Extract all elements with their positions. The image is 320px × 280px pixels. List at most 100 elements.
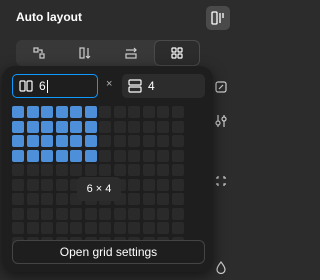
grid-cell-selected[interactable] bbox=[84, 106, 97, 118]
grid-cell[interactable] bbox=[171, 222, 184, 234]
grid-cell[interactable] bbox=[55, 207, 68, 220]
grid-cell[interactable] bbox=[157, 106, 169, 118]
grid-cell-selected[interactable] bbox=[55, 149, 68, 162]
grid-cell[interactable] bbox=[113, 164, 126, 176]
grid-cell[interactable] bbox=[171, 135, 184, 147]
grid-cell[interactable] bbox=[41, 178, 53, 191]
grid-cell[interactable] bbox=[157, 149, 169, 162]
grid-cell-selected[interactable] bbox=[55, 135, 68, 147]
grid-cell-selected[interactable] bbox=[70, 120, 82, 133]
grid-cell[interactable] bbox=[142, 222, 155, 234]
grid-cell[interactable] bbox=[171, 207, 184, 220]
grid-cell[interactable] bbox=[41, 222, 53, 234]
clip-content-button[interactable] bbox=[214, 174, 228, 188]
grid-cell[interactable] bbox=[128, 106, 140, 118]
grid-cell[interactable] bbox=[113, 106, 126, 118]
grid-cell-selected[interactable] bbox=[84, 135, 97, 147]
grid-cell[interactable] bbox=[142, 106, 155, 118]
grid-cell[interactable] bbox=[41, 207, 53, 220]
grid-cell[interactable] bbox=[113, 149, 126, 162]
grid-cell[interactable] bbox=[99, 222, 111, 234]
grid-cell[interactable] bbox=[26, 207, 39, 220]
grid-cell-selected[interactable] bbox=[26, 149, 39, 162]
opacity-button[interactable] bbox=[214, 260, 228, 274]
grid-cell[interactable] bbox=[99, 149, 111, 162]
grid-cell[interactable] bbox=[142, 164, 155, 176]
grid-cell[interactable] bbox=[157, 193, 169, 205]
grid-cell[interactable] bbox=[128, 149, 140, 162]
auto-layout-toggle-button[interactable] bbox=[206, 6, 230, 30]
grid-cell[interactable] bbox=[99, 135, 111, 147]
grid-cell[interactable] bbox=[26, 222, 39, 234]
grid-cell[interactable] bbox=[55, 164, 68, 176]
grid-cell-selected[interactable] bbox=[84, 149, 97, 162]
rows-input[interactable]: 4 bbox=[122, 74, 205, 98]
grid-cell[interactable] bbox=[113, 222, 126, 234]
grid-cell[interactable] bbox=[12, 164, 24, 176]
grid-cell[interactable] bbox=[157, 207, 169, 220]
grid-cell-selected[interactable] bbox=[55, 120, 68, 133]
grid-cell[interactable] bbox=[55, 222, 68, 234]
grid-cell-selected[interactable] bbox=[26, 135, 39, 147]
grid-cell[interactable] bbox=[55, 178, 68, 191]
grid-cell-selected[interactable] bbox=[12, 149, 24, 162]
grid-cell-selected[interactable] bbox=[55, 106, 68, 118]
grid-cell[interactable] bbox=[128, 164, 140, 176]
grid-cell[interactable] bbox=[128, 207, 140, 220]
grid-cell[interactable] bbox=[157, 222, 169, 234]
grid-cell[interactable] bbox=[171, 193, 184, 205]
grid-option[interactable] bbox=[154, 40, 200, 66]
grid-cell[interactable] bbox=[26, 178, 39, 191]
grid-cell-selected[interactable] bbox=[26, 106, 39, 118]
grid-cell-selected[interactable] bbox=[70, 106, 82, 118]
grid-cell[interactable] bbox=[157, 135, 169, 147]
grid-cell[interactable] bbox=[26, 193, 39, 205]
grid-cell[interactable] bbox=[142, 120, 155, 133]
grid-cell[interactable] bbox=[171, 120, 184, 133]
grid-cell[interactable] bbox=[26, 164, 39, 176]
horizontal-direction-option[interactable] bbox=[109, 41, 153, 65]
grid-cell[interactable] bbox=[142, 193, 155, 205]
grid-cell[interactable] bbox=[41, 164, 53, 176]
grid-cell[interactable] bbox=[99, 120, 111, 133]
open-grid-settings-button[interactable]: Open grid settings bbox=[12, 240, 205, 264]
grid-cell[interactable] bbox=[142, 135, 155, 147]
grid-cell[interactable] bbox=[171, 149, 184, 162]
grid-cell[interactable] bbox=[84, 222, 97, 234]
grid-cell-selected[interactable] bbox=[12, 135, 24, 147]
grid-cell[interactable] bbox=[12, 222, 24, 234]
grid-cell[interactable] bbox=[70, 207, 82, 220]
grid-cell[interactable] bbox=[70, 222, 82, 234]
grid-cell-selected[interactable] bbox=[70, 135, 82, 147]
grid-cell[interactable] bbox=[99, 106, 111, 118]
vertical-direction-option[interactable] bbox=[63, 41, 107, 65]
resize-button[interactable] bbox=[214, 80, 228, 94]
grid-cell[interactable] bbox=[99, 207, 111, 220]
grid-cell[interactable] bbox=[142, 207, 155, 220]
grid-cell[interactable] bbox=[55, 193, 68, 205]
grid-cell[interactable] bbox=[12, 178, 24, 191]
grid-cell[interactable] bbox=[171, 106, 184, 118]
grid-cell[interactable] bbox=[113, 120, 126, 133]
grid-cell[interactable] bbox=[70, 164, 82, 176]
grid-cell[interactable] bbox=[128, 193, 140, 205]
grid-cell[interactable] bbox=[171, 164, 184, 176]
grid-cell[interactable] bbox=[171, 178, 184, 191]
grid-cell[interactable] bbox=[99, 164, 111, 176]
wrap-option[interactable] bbox=[17, 41, 61, 65]
grid-cell[interactable] bbox=[128, 178, 140, 191]
alignment-settings-button[interactable] bbox=[214, 114, 228, 128]
columns-input[interactable]: 6 bbox=[12, 74, 98, 98]
grid-cell[interactable] bbox=[142, 178, 155, 191]
grid-cell-selected[interactable] bbox=[41, 149, 53, 162]
grid-cell-selected[interactable] bbox=[41, 106, 53, 118]
grid-cell[interactable] bbox=[113, 207, 126, 220]
grid-cell-selected[interactable] bbox=[12, 106, 24, 118]
grid-cell-selected[interactable] bbox=[12, 120, 24, 133]
grid-cell[interactable] bbox=[128, 135, 140, 147]
grid-cell-selected[interactable] bbox=[70, 149, 82, 162]
grid-cell[interactable] bbox=[157, 178, 169, 191]
grid-cell[interactable] bbox=[84, 207, 97, 220]
grid-cell[interactable] bbox=[84, 164, 97, 176]
grid-cell-selected[interactable] bbox=[41, 135, 53, 147]
